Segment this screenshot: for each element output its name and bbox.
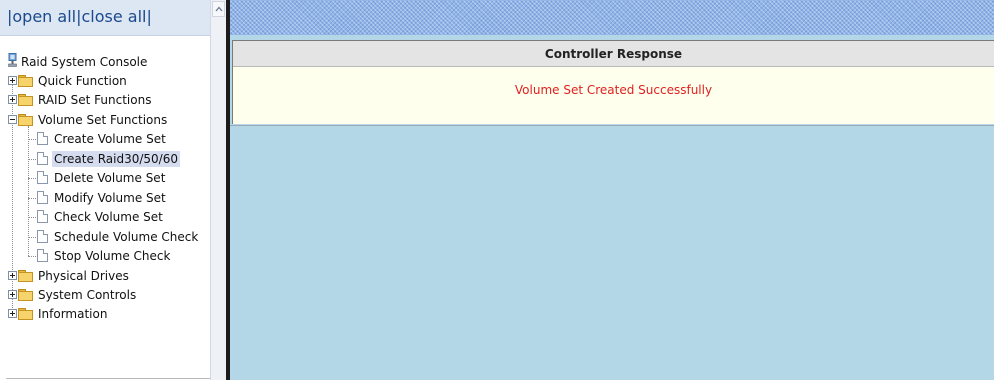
folder-icon (18, 308, 33, 320)
tree-item-information[interactable]: Information (8, 304, 109, 323)
content-frame: Controller Response Volume Set Created S… (230, 0, 994, 380)
open-all-link[interactable]: open all (12, 7, 76, 26)
tree-item-label: Create Volume Set (54, 131, 166, 146)
chevron-up-icon (215, 6, 223, 12)
tree-connector (28, 256, 36, 257)
header-banner (230, 0, 994, 35)
folder-icon (18, 75, 33, 87)
navigation-frame: |open all|close all| Raid System Console (0, 0, 227, 380)
scroll-up-button[interactable] (212, 1, 225, 17)
divider (230, 125, 994, 126)
panel-title: Controller Response (544, 46, 683, 61)
document-icon (37, 210, 48, 223)
tree-connector (28, 178, 36, 179)
document-icon (37, 191, 48, 204)
tree-item-modify-volume-set[interactable]: Modify Volume Set (37, 188, 168, 207)
folder-icon (18, 289, 33, 301)
tree-item-label: RAID Set Functions (38, 92, 152, 107)
tree-item-label: Create Raid30/50/60 (52, 150, 180, 167)
tree-connector (28, 237, 36, 238)
tree-item-label: Volume Set Functions (38, 112, 168, 127)
tree-item-delete-volume-set[interactable]: Delete Volume Set (37, 168, 167, 187)
tree-item-label: Delete Volume Set (54, 170, 166, 185)
tree-item-quick-function[interactable]: Quick Function (8, 71, 129, 90)
controller-response-panel: Controller Response Volume Set Created S… (232, 40, 994, 124)
document-icon (37, 152, 48, 165)
tree-toolbar: |open all|close all| (0, 0, 210, 36)
tree-item-label: System Controls (38, 287, 137, 302)
document-icon (37, 171, 48, 184)
tree-connector (28, 217, 36, 218)
close-all-link[interactable]: close all (82, 7, 147, 26)
expand-plus-icon[interactable] (8, 309, 17, 318)
tree-connector (28, 139, 36, 140)
tree-item-label: Check Volume Set (54, 209, 163, 224)
tree-root[interactable]: Raid System Console (8, 52, 149, 71)
expand-plus-icon[interactable] (8, 76, 17, 85)
tree-connector (28, 159, 36, 160)
folder-icon (18, 94, 33, 106)
tree-item-volume-set-functions[interactable]: Volume Set Functions (8, 110, 169, 129)
tree-item-create-raid30-50-60[interactable]: Create Raid30/50/60 (37, 149, 180, 168)
expand-plus-icon[interactable] (8, 95, 17, 104)
tree-connector (28, 198, 36, 199)
tree-item-system-controls[interactable]: System Controls (8, 285, 138, 304)
expand-plus-icon[interactable] (8, 290, 17, 299)
folder-icon (18, 114, 33, 126)
vertical-scrollbar[interactable] (210, 0, 227, 380)
tree-item-raid-set-functions[interactable]: RAID Set Functions (8, 90, 153, 109)
status-message: Volume Set Created Successfully (514, 83, 713, 97)
network-computer-icon (8, 53, 17, 70)
tree-item-label: Schedule Volume Check (54, 229, 199, 244)
collapse-minus-icon[interactable] (8, 115, 17, 124)
tree-item-stop-volume-check[interactable]: Stop Volume Check (37, 246, 172, 265)
panel-header: Controller Response (233, 41, 994, 67)
separator: | (146, 7, 152, 26)
tree-item-label: Physical Drives (38, 268, 129, 283)
tree-item-label: Stop Volume Check (54, 248, 171, 263)
divider (6, 378, 210, 379)
tree-item-schedule-volume-check[interactable]: Schedule Volume Check (37, 227, 200, 246)
tree-item-create-volume-set[interactable]: Create Volume Set (37, 129, 168, 148)
tree-root-label: Raid System Console (21, 54, 148, 69)
expand-plus-icon[interactable] (8, 271, 17, 280)
tree-item-label: Information (38, 306, 108, 321)
folder-icon (18, 270, 33, 282)
document-icon (37, 249, 48, 262)
tree-item-physical-drives[interactable]: Physical Drives (8, 266, 131, 285)
tree-item-label: Quick Function (38, 73, 127, 88)
tree-item-check-volume-set[interactable]: Check Volume Set (37, 207, 165, 226)
tree-item-label: Modify Volume Set (54, 190, 166, 205)
document-icon (37, 230, 48, 243)
document-icon (37, 132, 48, 145)
